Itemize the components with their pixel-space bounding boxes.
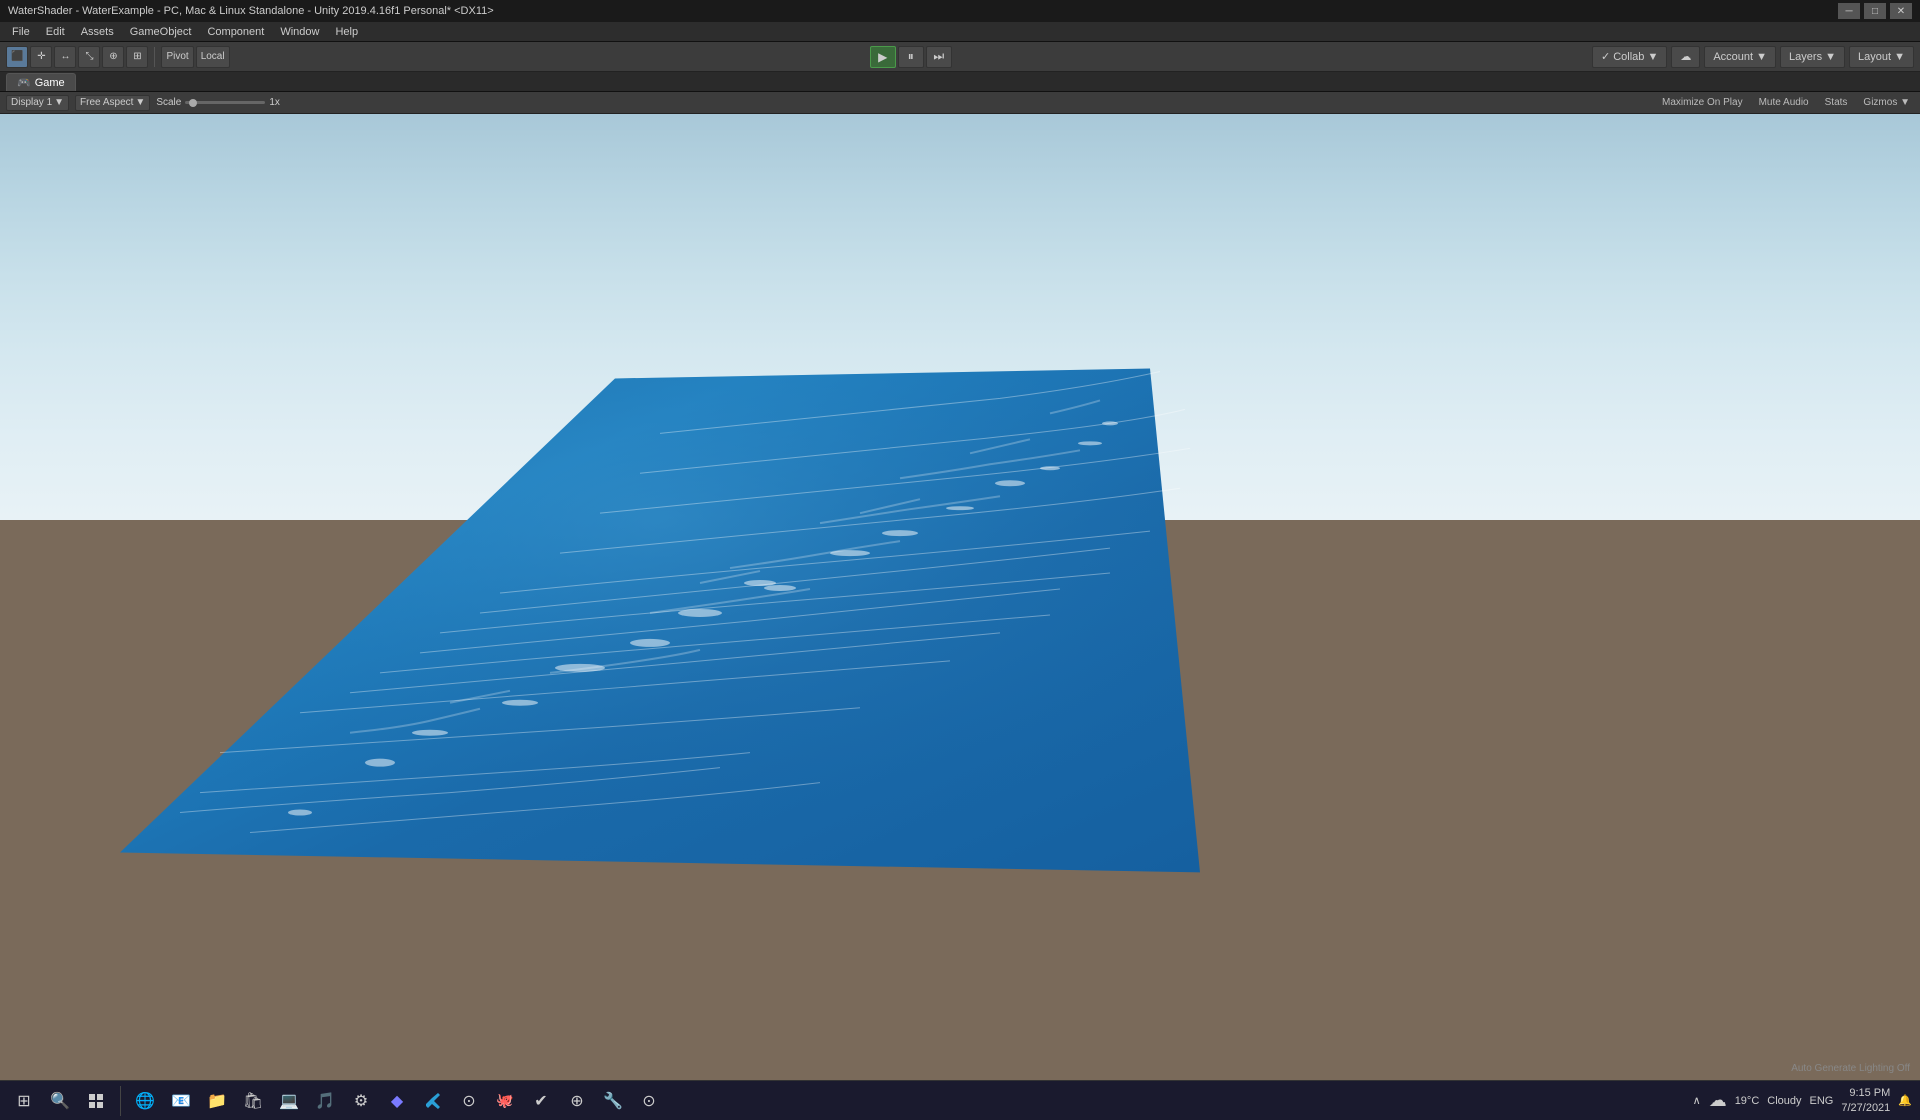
current-time: 9:15 PM — [1841, 1086, 1890, 1100]
menu-help[interactable]: Help — [327, 22, 366, 41]
scale-thumb — [189, 99, 197, 107]
menu-bar: File Edit Assets GameObject Component Wi… — [0, 22, 1920, 42]
play-button[interactable]: ▶ — [870, 46, 896, 68]
task-view-icon[interactable] — [80, 1085, 112, 1117]
taskbar-github[interactable]: 🐙 — [489, 1085, 521, 1117]
tool-hand[interactable]: ⬛ — [6, 46, 28, 68]
layout-button[interactable]: Layout ▼ — [1849, 46, 1914, 68]
display-dropdown[interactable]: Display 1 ▼ — [6, 95, 69, 111]
scale-label: Scale — [156, 97, 181, 108]
viewport-toolbar: Display 1 ▼ Free Aspect ▼ Scale 1x Maxim… — [0, 92, 1920, 114]
weather-icon: ☁ — [1709, 1090, 1727, 1111]
separator-1 — [154, 47, 155, 67]
scale-value: 1x — [269, 97, 280, 108]
game-tab[interactable]: 🎮 Game — [6, 73, 76, 91]
scale-slider[interactable] — [185, 101, 265, 104]
taskbar-unity[interactable]: ⊙ — [453, 1085, 485, 1117]
search-icon[interactable]: 🔍 — [44, 1085, 76, 1117]
collab-button[interactable]: ✓ Collab ▼ — [1592, 46, 1667, 68]
taskbar-store[interactable]: 🛍 — [237, 1085, 269, 1117]
menu-assets[interactable]: Assets — [73, 22, 122, 41]
water-surface — [0, 114, 1920, 1080]
menu-component[interactable]: Component — [199, 22, 272, 41]
viewport-container: Auto Generate Lighting Off — [0, 114, 1920, 1080]
taskbar-check[interactable]: ✔ — [525, 1085, 557, 1117]
aspect-dropdown[interactable]: Free Aspect ▼ — [75, 95, 150, 111]
tool-scale[interactable]: ⤡ — [78, 46, 100, 68]
maximize-button[interactable]: □ — [1864, 3, 1886, 19]
taskbar-music[interactable]: 🎵 — [309, 1085, 341, 1117]
show-hidden-btn[interactable]: ∧ — [1693, 1094, 1701, 1107]
menu-window[interactable]: Window — [272, 22, 327, 41]
taskbar-right: ∧ ☁ 19°C Cloudy ENG 9:15 PM 7/27/2021 🔔 — [1693, 1086, 1912, 1115]
minimize-button[interactable]: ─ — [1838, 3, 1860, 19]
taskbar-mail[interactable]: 📧 — [165, 1085, 197, 1117]
scale-control: Scale 1x — [156, 97, 280, 108]
taskbar-wrench[interactable]: 🔧 — [597, 1085, 629, 1117]
gizmos-btn[interactable]: Gizmos ▼ — [1859, 96, 1914, 109]
account-button[interactable]: Account ▼ — [1704, 46, 1776, 68]
notification-btn[interactable]: 🔔 — [1898, 1094, 1912, 1107]
game-tab-label: Game — [35, 77, 65, 89]
step-button[interactable]: ⏭ — [926, 46, 952, 68]
pivot-button[interactable]: Pivot — [161, 46, 193, 68]
lighting-notice: Auto Generate Lighting Off — [1791, 1063, 1910, 1074]
toolbar: ⬛ ✛ ↔ ⤡ ⊕ ⊞ Pivot Local ▶ ⏸ ⏭ ✓ Collab ▼… — [0, 42, 1920, 72]
stats-btn[interactable]: Stats — [1821, 96, 1852, 109]
taskbar: ⊞ 🔍 🌐 📧 📁 🛍 💻 🎵 ⚙ ◆ ⊙ 🐙 ✔ ⊕ 🔧 ⊙ ∧ ☁ 19°C… — [0, 1080, 1920, 1120]
taskbar-sep — [120, 1086, 121, 1116]
viewport-right-controls: Maximize On Play Mute Audio Stats Gizmos… — [1658, 96, 1914, 109]
taskbar-monitor[interactable]: 💻 — [273, 1085, 305, 1117]
language-indicator[interactable]: ENG — [1810, 1095, 1834, 1107]
water-specular — [120, 368, 1200, 872]
temperature: 19°C — [1735, 1095, 1760, 1107]
time-block[interactable]: 9:15 PM 7/27/2021 — [1841, 1086, 1890, 1115]
play-controls: ▶ ⏸ ⏭ — [232, 46, 1590, 68]
window-title: WaterShader - WaterExample - PC, Mac & L… — [8, 5, 1838, 17]
taskbar-diamond[interactable]: ◆ — [381, 1085, 413, 1117]
local-button[interactable]: Local — [196, 46, 230, 68]
game-area: 🎮 Game Display 1 ▼ Free Aspect ▼ Scale 1… — [0, 72, 1920, 1080]
tool-transform[interactable]: ⊞ — [126, 46, 148, 68]
game-tab-icon: 🎮 — [17, 76, 31, 89]
start-button[interactable]: ⊞ — [8, 1085, 40, 1117]
menu-edit[interactable]: Edit — [38, 22, 73, 41]
tool-rect[interactable]: ⊕ — [102, 46, 124, 68]
window-controls: ─ □ ✕ — [1838, 3, 1912, 19]
tab-bar: 🎮 Game — [0, 72, 1920, 92]
layers-button[interactable]: Layers ▼ — [1780, 46, 1845, 68]
taskbar-browser[interactable]: 🌐 — [129, 1085, 161, 1117]
taskbar-circle[interactable]: ⊙ — [633, 1085, 665, 1117]
pause-button[interactable]: ⏸ — [898, 46, 924, 68]
taskbar-vscode[interactable] — [417, 1085, 449, 1117]
toolbar-right: ✓ Collab ▼ ☁ Account ▼ Layers ▼ Layout ▼ — [1592, 46, 1914, 68]
taskbar-plus[interactable]: ⊕ — [561, 1085, 593, 1117]
taskbar-settings-2[interactable]: ⚙ — [345, 1085, 377, 1117]
taskbar-folder[interactable]: 📁 — [201, 1085, 233, 1117]
close-button[interactable]: ✕ — [1890, 3, 1912, 19]
mute-audio-btn[interactable]: Mute Audio — [1755, 96, 1813, 109]
main-content: 🎮 Game Display 1 ▼ Free Aspect ▼ Scale 1… — [0, 72, 1920, 1080]
menu-gameobject[interactable]: GameObject — [122, 22, 200, 41]
maximize-on-play-btn[interactable]: Maximize On Play — [1658, 96, 1747, 109]
tool-move[interactable]: ✛ — [30, 46, 52, 68]
cloud-button[interactable]: ☁ — [1671, 46, 1700, 68]
current-date: 7/27/2021 — [1841, 1101, 1890, 1115]
weather-condition: Cloudy — [1767, 1095, 1801, 1107]
menu-file[interactable]: File — [4, 22, 38, 41]
tool-rotate[interactable]: ↔ — [54, 46, 76, 68]
title-bar: WaterShader - WaterExample - PC, Mac & L… — [0, 0, 1920, 22]
